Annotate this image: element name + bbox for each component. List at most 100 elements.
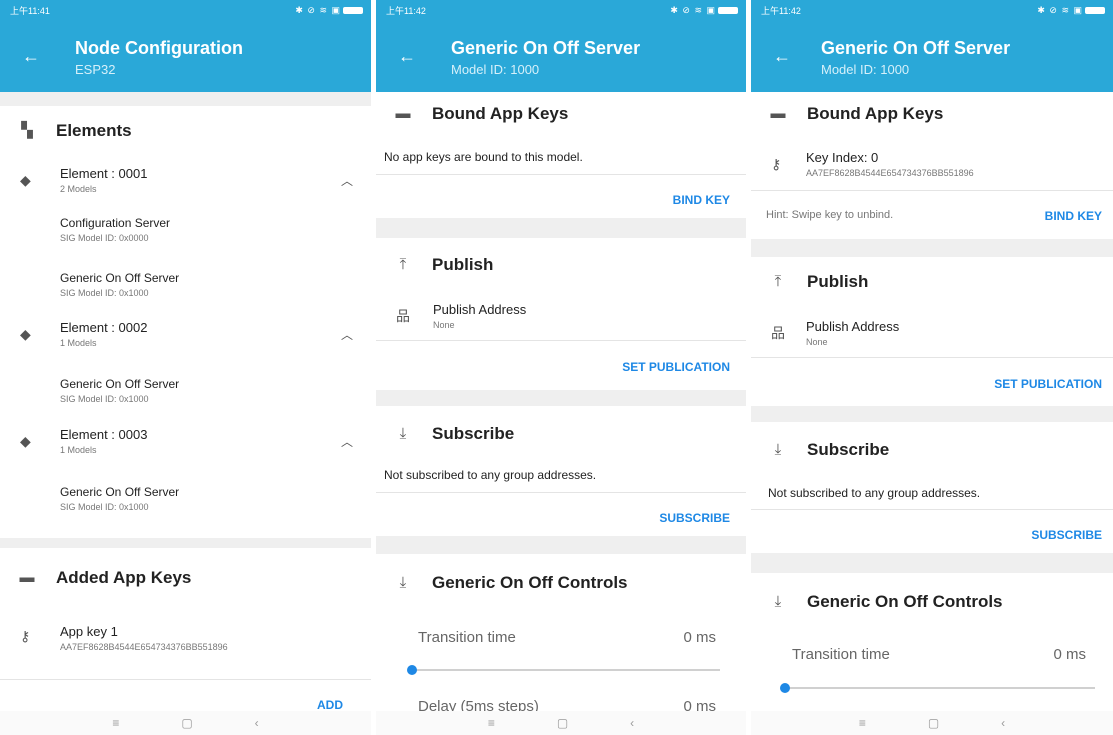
subscribe-button[interactable]: SUBSCRIBE — [1031, 528, 1102, 542]
page-subtitle: Model ID: 1000 — [821, 62, 910, 77]
publish-icon: ⤒ — [399, 256, 407, 273]
subscribe-card: ⤓ Subscribe Not subscribed to any group … — [751, 422, 1113, 553]
page-title: Generic On Off Server — [821, 38, 1011, 58]
bind-key-button[interactable]: BIND KEY — [1045, 209, 1102, 223]
add-button[interactable]: ADD — [317, 698, 343, 711]
status-icons: ✱ ⊘ ≋ ▣ — [1037, 5, 1105, 16]
set-publication-button[interactable]: SET PUBLICATION — [994, 377, 1102, 391]
subscribe-header: ⤓ Subscribe — [751, 435, 1113, 465]
page-title: Node Configuration — [75, 38, 243, 58]
back-icon[interactable]: ‹ — [255, 716, 259, 730]
chevron-up-icon[interactable]: ︿ — [341, 433, 353, 450]
publish-card: ⤒ Publish 品 Publish Address None SET PUB… — [751, 257, 1113, 406]
element-row[interactable]: ◆ Element : 0002 1 Models ︿ — [0, 320, 371, 360]
app-bar: 上午11:42 ✱ ⊘ ≋ ▣ ← Generic On Off Server … — [751, 0, 1113, 92]
chevron-up-icon[interactable]: ︿ — [341, 326, 353, 343]
subscribe-empty-text: Not subscribed to any group addresses. — [768, 486, 981, 500]
divider — [376, 340, 746, 341]
transition-label: Transition time — [792, 646, 890, 663]
transition-slider-track[interactable] — [412, 669, 720, 671]
transition-label: Transition time — [418, 629, 516, 646]
system-nav-bar: ≡ ▢ ‹ — [376, 711, 746, 735]
status-time: 上午11:42 — [761, 5, 801, 16]
transition-slider-track[interactable] — [785, 687, 1095, 689]
content: ▚ Elements ◆ Element : 0001 2 Models ︿ C… — [0, 92, 371, 711]
network-icon: 品 — [396, 308, 410, 324]
menu-icon[interactable]: ≡ — [112, 716, 119, 730]
home-icon[interactable]: ▢ — [928, 716, 939, 730]
divider — [376, 492, 746, 493]
publish-card: ⤒ Publish 品 Publish Address None SET PUB… — [376, 238, 746, 390]
publish-header: ⤒ Publish — [376, 250, 746, 280]
bound-keys-card: ▬ Bound App Keys No app keys are bound t… — [376, 92, 746, 218]
controls-header: ⤓ Generic On Off Controls — [376, 568, 746, 598]
controls-header: ⤓ Generic On Off Controls — [751, 587, 1113, 617]
app-keys-card: ▬ Added App Keys ⚷ App key 1 AA7EF8628B4… — [0, 548, 371, 711]
transition-slider-thumb[interactable] — [780, 683, 790, 693]
page-subtitle: Model ID: 1000 — [451, 62, 540, 77]
transition-value: 0 ms — [1053, 646, 1086, 663]
menu-icon[interactable]: ≡ — [488, 716, 495, 730]
delay-value: 0 ms — [683, 698, 716, 711]
back-arrow-icon[interactable]: ← — [773, 46, 791, 67]
divider — [0, 679, 371, 680]
menu-icon[interactable]: ≡ — [859, 716, 866, 730]
widgets-icon: ▚ — [21, 122, 33, 139]
elements-card: ▚ Elements ◆ Element : 0001 2 Models ︿ C… — [0, 106, 371, 538]
element-icon: ◆ — [20, 433, 31, 449]
chevron-up-icon[interactable]: ︿ — [341, 172, 353, 189]
folder-key-icon: ▬ — [770, 105, 786, 122]
screen-node-configuration: 上午11:41 ✱ ⊘ ≋ ▣ ← Node Configuration ESP… — [0, 0, 371, 735]
back-arrow-icon[interactable]: ← — [22, 46, 40, 67]
key-icon: ⚷ — [20, 628, 31, 644]
screen-separator — [746, 0, 751, 735]
status-icons: ✱ ⊘ ≋ ▣ — [295, 5, 363, 16]
status-bar: 上午11:41 ✱ ⊘ ≋ ▣ — [0, 0, 371, 20]
home-icon[interactable]: ▢ — [557, 716, 568, 730]
folder-key-icon: ▬ — [395, 105, 411, 122]
bound-keys-header: ▬ Bound App Keys — [770, 104, 944, 123]
app-bar: 上午11:42 ✱ ⊘ ≋ ▣ ← Generic On Off Server … — [376, 0, 746, 92]
download-icon: ⤓ — [774, 593, 782, 610]
status-time: 上午11:41 — [10, 5, 50, 16]
page-title: Generic On Off Server — [451, 38, 641, 58]
back-icon[interactable]: ‹ — [1001, 716, 1005, 730]
folder-key-icon: ▬ — [19, 569, 35, 586]
transition-value: 0 ms — [683, 629, 716, 646]
subscribe-card: ⤓ Subscribe Not subscribed to any group … — [376, 406, 746, 536]
bind-key-button[interactable]: BIND KEY — [673, 193, 730, 207]
system-nav-bar: ≡ ▢ ‹ — [0, 711, 371, 735]
battery-icon — [1085, 6, 1105, 14]
screen-generic-on-off-server-unbound: 上午11:42 ✱ ⊘ ≋ ▣ ← Generic On Off Server … — [376, 0, 746, 735]
home-icon[interactable]: ▢ — [181, 716, 192, 730]
bound-empty-text: No app keys are bound to this model. — [384, 150, 583, 164]
app-keys-header: ▬ Added App Keys — [19, 568, 192, 587]
app-bar: 上午11:41 ✱ ⊘ ≋ ▣ ← Node Configuration ESP… — [0, 0, 371, 92]
download-icon: ⤓ — [399, 574, 407, 591]
publish-icon: ⤒ — [774, 273, 782, 290]
set-publication-button[interactable]: SET PUBLICATION — [622, 360, 730, 374]
swipe-hint: Hint: Swipe key to unbind. — [766, 209, 894, 221]
elements-header: ▚ Elements — [0, 116, 371, 146]
back-icon[interactable]: ‹ — [630, 716, 634, 730]
screen-separator — [371, 0, 376, 735]
subscribe-button[interactable]: SUBSCRIBE — [659, 511, 730, 525]
divider — [751, 190, 1113, 191]
back-arrow-icon[interactable]: ← — [398, 46, 416, 67]
element-row[interactable]: ◆ Element : 0001 2 Models ︿ — [0, 166, 371, 206]
controls-card: ⤓ Generic On Off Controls Transition tim… — [751, 573, 1113, 711]
download-icon: ⤓ — [399, 425, 407, 442]
bound-keys-card: ▬ Bound App Keys ⚷ Key Index: 0 AA7EF862… — [751, 92, 1113, 239]
bound-keys-header: ▬ Bound App Keys — [395, 104, 569, 123]
divider — [751, 509, 1113, 510]
battery-icon — [343, 6, 363, 14]
subscribe-header: ⤓ Subscribe — [376, 419, 746, 449]
divider — [751, 357, 1113, 358]
key-icon: ⚷ — [771, 156, 782, 172]
transition-slider-thumb[interactable] — [407, 665, 417, 675]
divider — [376, 174, 746, 175]
element-icon: ◆ — [20, 326, 31, 342]
content: ▬ Bound App Keys ⚷ Key Index: 0 AA7EF862… — [751, 92, 1113, 711]
system-nav-bar: ≡ ▢ ‹ — [751, 711, 1113, 735]
element-row[interactable]: ◆ Element : 0003 1 Models ︿ — [0, 427, 371, 467]
